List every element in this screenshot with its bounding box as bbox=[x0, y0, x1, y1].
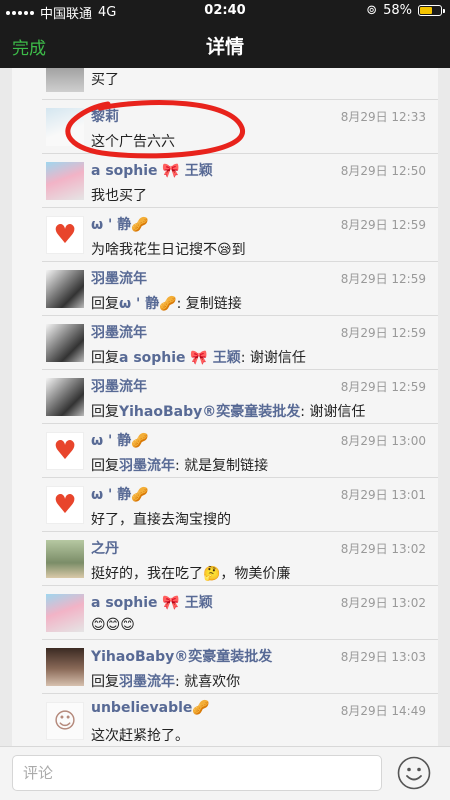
comment-time: 8月29日 12:59 bbox=[340, 326, 426, 340]
reply-prefix: 回复 bbox=[91, 296, 119, 312]
comment-text: 好了，直接去淘宝搜的 bbox=[91, 512, 231, 528]
avatar[interactable] bbox=[46, 68, 84, 92]
comment-time: 8月29日 14:49 bbox=[340, 704, 426, 718]
comment-time: 8月29日 13:01 bbox=[340, 488, 426, 502]
avatar[interactable] bbox=[46, 540, 84, 578]
avatar[interactable] bbox=[46, 378, 84, 416]
heart-avatar-icon[interactable]: ♥ bbox=[46, 216, 84, 254]
reply-target[interactable]: 羽墨流年 bbox=[119, 458, 175, 474]
comment-bar bbox=[0, 746, 450, 800]
commenter-name[interactable]: 羽墨流年 bbox=[91, 268, 147, 288]
reply-prefix: 回复 bbox=[91, 404, 119, 420]
comment-row[interactable]: a sophie 🎀 王颖 8月29日 13:02 😊😊😊 bbox=[42, 586, 438, 640]
orientation-lock-icon: ⊚ bbox=[366, 3, 378, 18]
avatar[interactable] bbox=[46, 108, 84, 146]
comment-row[interactable]: 买了 bbox=[42, 68, 438, 100]
heart-avatar-icon[interactable]: ♥ bbox=[46, 432, 84, 470]
page-title: 详情 bbox=[205, 36, 244, 58]
comment-time: 8月29日 12:50 bbox=[340, 164, 426, 178]
comment-text: 这个广告六六 bbox=[91, 134, 175, 150]
comment-time: 8月29日 12:59 bbox=[340, 218, 426, 232]
commenter-name[interactable]: 羽墨流年 bbox=[91, 376, 147, 396]
comment-time: 8月29日 12:59 bbox=[340, 380, 426, 394]
status-right: ⊚ 58% bbox=[366, 3, 445, 18]
comment-row[interactable]: 羽墨流年 8月29日 12:59 回复a sophie 🎀 王颖: 谢谢信任 bbox=[42, 316, 438, 370]
battery-fill bbox=[420, 7, 432, 14]
smiley-face-icon[interactable] bbox=[397, 756, 431, 790]
comment-text: 回复a sophie 🎀 王颖: 谢谢信任 bbox=[91, 347, 306, 367]
comment-row[interactable]: 之丹 8月29日 13:02 挺好的，我在吃了🤔，物美价廉 bbox=[42, 532, 438, 586]
top-bar: 中国联通 4G 02:40 ⊚ 58% 完成 详情 bbox=[0, 0, 450, 68]
comment-input[interactable] bbox=[12, 755, 382, 791]
reply-text: : 复制链接 bbox=[176, 296, 242, 312]
comment-row[interactable]: a sophie 🎀 王颖 8月29日 12:50 我也买了 bbox=[42, 154, 438, 208]
comment-text: 😊😊😊 bbox=[91, 617, 135, 633]
comment-time: 8月29日 13:02 bbox=[340, 596, 426, 610]
avatar[interactable]: ☺ bbox=[46, 702, 84, 740]
commenter-name[interactable]: unbelievable🥜 bbox=[91, 700, 210, 716]
reply-prefix: 回复 bbox=[91, 674, 119, 690]
comment-time: 8月29日 13:03 bbox=[340, 650, 426, 664]
reply-text: : 就是复制链接 bbox=[175, 458, 269, 474]
comment-time: 8月29日 12:33 bbox=[340, 110, 426, 124]
avatar[interactable] bbox=[46, 594, 84, 632]
reply-prefix: 回复 bbox=[91, 458, 119, 474]
comment-row[interactable]: ♥ ω ' 静🥜 8月29日 12:59 为啥我花生日记搜不😪到 bbox=[42, 208, 438, 262]
comment-row[interactable]: 黎莉 8月29日 12:33 这个广告六六 bbox=[42, 100, 438, 154]
commenter-name[interactable]: 之丹 bbox=[91, 538, 119, 558]
avatar[interactable] bbox=[46, 162, 84, 200]
commenter-name[interactable]: 黎莉 bbox=[91, 106, 119, 126]
comment-text: 回复羽墨流年: 就是复制链接 bbox=[91, 455, 268, 475]
commenter-name[interactable]: 羽墨流年 bbox=[91, 322, 147, 342]
comment-row[interactable]: YihaoBaby®奕豪童装批发 8月29日 13:03 回复羽墨流年: 就喜欢… bbox=[42, 640, 438, 694]
reply-prefix: 回复 bbox=[91, 350, 119, 366]
comment-panel: 买了 黎莉 8月29日 12:33 这个广告六六 a sophie 🎀 王颖 8… bbox=[12, 68, 438, 746]
comment-text: 我也买了 bbox=[91, 188, 147, 204]
comment-text: 回复羽墨流年: 就喜欢你 bbox=[91, 671, 240, 691]
comment-text: 回复ω ' 静🥜: 复制链接 bbox=[91, 293, 242, 313]
comment-row[interactable]: ☺ unbelievable🥜 8月29日 14:49 这次赶紧抢了。 bbox=[42, 694, 438, 746]
reply-target[interactable]: ω ' 静🥜 bbox=[119, 296, 177, 312]
heart-avatar-icon[interactable]: ♥ bbox=[46, 486, 84, 524]
commenter-name[interactable]: a sophie 🎀 王颖 bbox=[91, 160, 213, 180]
comment-text: 回复YihaoBaby®奕豪童装批发: 谢谢信任 bbox=[91, 401, 365, 421]
reply-text: : 谢谢信任 bbox=[240, 350, 306, 366]
commenter-name[interactable]: ω ' 静🥜 bbox=[91, 484, 149, 504]
avatar[interactable] bbox=[46, 324, 84, 362]
comment-time: 8月29日 13:02 bbox=[340, 542, 426, 556]
comment-row[interactable]: ♥ ω ' 静🥜 8月29日 13:00 回复羽墨流年: 就是复制链接 bbox=[42, 424, 438, 478]
avatar[interactable] bbox=[46, 648, 84, 686]
reply-target[interactable]: YihaoBaby®奕豪童装批发 bbox=[119, 404, 300, 420]
comment-text: 挺好的，我在吃了🤔，物美价廉 bbox=[91, 566, 291, 582]
reply-target[interactable]: 羽墨流年 bbox=[119, 674, 175, 690]
commenter-name[interactable]: ω ' 静🥜 bbox=[91, 430, 149, 450]
comment-time: 8月29日 13:00 bbox=[340, 434, 426, 448]
comment-row[interactable]: 羽墨流年 8月29日 12:59 回复ω ' 静🥜: 复制链接 bbox=[42, 262, 438, 316]
comment-text: 买了 bbox=[91, 72, 119, 88]
reply-text: : 就喜欢你 bbox=[175, 674, 241, 690]
nav-bar: 完成 详情 bbox=[0, 22, 450, 68]
reply-target[interactable]: a sophie 🎀 王颖 bbox=[119, 350, 241, 366]
commenter-name[interactable]: ω ' 静🥜 bbox=[91, 214, 149, 234]
avatar[interactable] bbox=[46, 270, 84, 308]
commenter-name[interactable]: YihaoBaby®奕豪童装批发 bbox=[91, 646, 272, 666]
comment-time: 8月29日 12:59 bbox=[340, 272, 426, 286]
comment-text: 为啥我花生日记搜不😪到 bbox=[91, 242, 246, 258]
comment-row[interactable]: 羽墨流年 8月29日 12:59 回复YihaoBaby®奕豪童装批发: 谢谢信… bbox=[42, 370, 438, 424]
status-bar: 中国联通 4G 02:40 ⊚ 58% bbox=[0, 0, 450, 22]
battery-icon bbox=[418, 5, 445, 16]
comment-text: 这次赶紧抢了。 bbox=[91, 728, 189, 744]
commenter-name[interactable]: a sophie 🎀 王颖 bbox=[91, 592, 213, 612]
battery-percent: 58% bbox=[383, 3, 412, 18]
comment-row[interactable]: ♥ ω ' 静🥜 8月29日 13:01 好了，直接去淘宝搜的 bbox=[42, 478, 438, 532]
reply-text: : 谢谢信任 bbox=[300, 404, 366, 420]
